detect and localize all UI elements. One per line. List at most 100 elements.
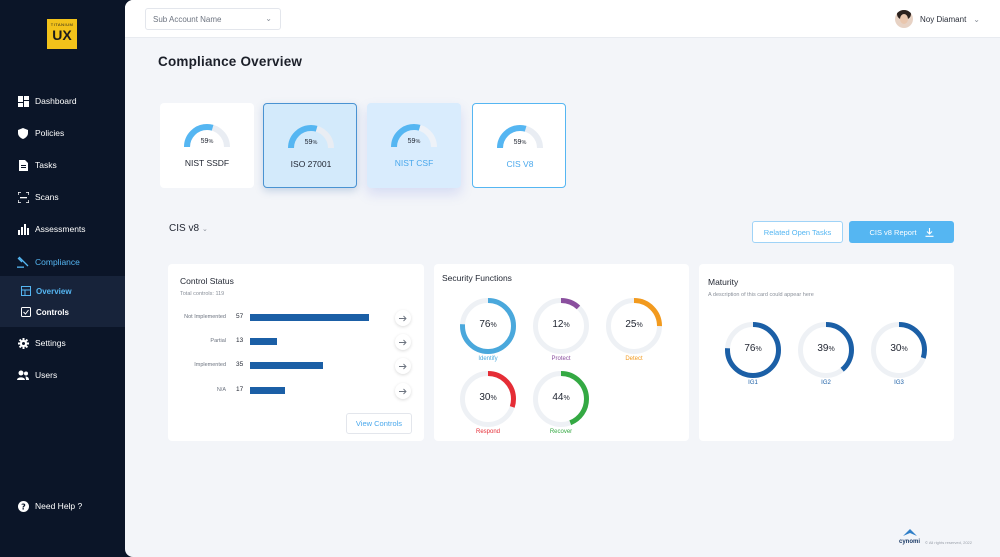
cynomi-logo-icon — [902, 529, 917, 536]
maturity-donut-ig3[interactable]: 30% IG3 — [871, 322, 927, 386]
sidebar-subitem-overview[interactable]: Overview — [0, 281, 125, 301]
sidebar-item-assessments[interactable]: Assessments — [0, 215, 125, 243]
sidebar-item-tasks[interactable]: Tasks — [0, 151, 125, 179]
maturity-card: Maturity A description of this card coul… — [699, 264, 954, 441]
card-subtitle: A description of this card could appear … — [708, 292, 814, 298]
row-count: 35 — [236, 361, 244, 368]
bar-chart-icon — [17, 223, 29, 235]
row-bar — [250, 338, 277, 345]
donut-label: Recover — [549, 429, 573, 435]
framework-score: 59% — [200, 138, 214, 145]
sidebar-item-policies[interactable]: Policies — [0, 119, 125, 147]
arrow-right-icon[interactable] — [395, 334, 411, 350]
compliance-subnav: Overview Controls — [0, 276, 125, 327]
need-help-label: Need Help ? — [35, 501, 83, 511]
framework-card-cis-v8[interactable]: 59% CIS V8 — [472, 103, 566, 188]
framework-score: 59% — [304, 139, 318, 146]
framework-name: CIS V8 — [506, 159, 534, 169]
security_functions-donut-identify[interactable]: 76% Identify — [460, 298, 516, 362]
donut-label: Identify — [478, 356, 498, 362]
donut-label: Detect — [625, 356, 643, 362]
user-name: Noy Diamant — [920, 14, 967, 24]
donut-value: 39% — [817, 343, 835, 354]
framework-card-nist-csf[interactable]: 59% NIST CSF — [367, 103, 461, 188]
sidebar-item-users[interactable]: Users — [0, 361, 125, 389]
sub-account-placeholder: Sub Account Name — [153, 14, 222, 24]
sidebar-item-label: Assessments — [35, 224, 86, 234]
logo-text: UX — [52, 27, 72, 43]
donut-label: Protect — [551, 356, 571, 362]
card-title: Control Status — [180, 276, 234, 286]
gauge-chart — [184, 124, 230, 148]
users-icon — [17, 369, 29, 381]
sidebar: TITANIUM UX Dashboard Policies Tasks Sca… — [0, 0, 125, 557]
help-icon: ? — [17, 500, 29, 512]
footer-brand: cynomi — [899, 529, 920, 545]
arrow-right-icon[interactable] — [395, 383, 411, 399]
card-title: Security Functions — [442, 273, 512, 283]
framework-name: NIST SSDF — [184, 158, 230, 168]
user-menu[interactable]: Noy Diamant ⌄ — [895, 8, 980, 30]
gauge-chart — [497, 125, 543, 149]
row-label: Implemented — [194, 362, 226, 368]
framework-dropdown[interactable]: CIS v8 ⌄ — [169, 223, 208, 234]
sidebar-item-label: Compliance — [35, 257, 80, 267]
need-help-link[interactable]: ? Need Help ? — [0, 492, 125, 520]
sidebar-item-label: Tasks — [35, 160, 57, 170]
sidebar-subitem-controls[interactable]: Controls — [0, 302, 125, 322]
avatar — [895, 10, 914, 28]
app-logo[interactable]: TITANIUM UX — [47, 19, 77, 49]
controls-icon — [20, 307, 31, 318]
top-bar: Sub Account Name ⌄ Noy Diamant ⌄ — [125, 0, 1000, 38]
row-count: 17 — [236, 386, 244, 393]
arrow-right-icon[interactable] — [395, 358, 411, 374]
donut-value: 12% — [552, 319, 570, 330]
maturity-donut-ig2[interactable]: 39% IG2 — [798, 322, 854, 386]
control-status-card: Control Status Total controls: 119 Not I… — [168, 264, 424, 441]
gavel-icon — [17, 256, 29, 268]
row-label: N/A — [216, 387, 226, 393]
row-bar — [250, 362, 323, 369]
control-status-row: Partial 13 — [168, 334, 424, 350]
report-button-label: CIS v8 Report — [869, 227, 917, 237]
sidebar-item-compliance[interactable]: Compliance — [0, 248, 125, 276]
security_functions-donut-recover[interactable]: 44% Recover — [533, 371, 589, 435]
card-title: Maturity — [708, 277, 739, 287]
report-download-button[interactable]: CIS v8 Report — [849, 221, 954, 243]
chevron-down-icon: ⌄ — [265, 14, 272, 23]
chevron-down-icon: ⌄ — [973, 14, 980, 24]
row-bar — [250, 314, 369, 321]
maturity-donut-ig1[interactable]: 76% IG1 — [725, 322, 781, 386]
card-subtitle: Total controls: 119 — [180, 291, 225, 297]
gauge-chart — [391, 124, 437, 148]
security_functions-donut-respond[interactable]: 30% Respond — [460, 371, 516, 435]
view-controls-button[interactable]: View Controls — [346, 413, 412, 434]
control-status-row: N/A 17 — [168, 383, 424, 399]
framework-score: 59% — [407, 138, 421, 145]
related-open-tasks-button[interactable]: Related Open Tasks — [752, 221, 843, 243]
sidebar-item-label: Policies — [35, 128, 65, 138]
arrow-right-icon[interactable] — [395, 310, 411, 326]
row-label: Partial — [210, 338, 226, 344]
framework-card-nist-ssdf[interactable]: 59% NIST SSDF — [160, 103, 254, 188]
sidebar-item-label: Settings — [35, 338, 66, 348]
framework-name: ISO 27001 — [290, 159, 332, 169]
row-bar — [250, 387, 285, 394]
sub-account-select[interactable]: Sub Account Name ⌄ — [145, 8, 281, 30]
sidebar-item-settings[interactable]: Settings — [0, 329, 125, 357]
donut-label: IG3 — [894, 380, 904, 386]
security_functions-donut-protect[interactable]: 12% Protect — [533, 298, 589, 362]
sidebar-item-scans[interactable]: Scans — [0, 183, 125, 211]
framework-card-iso-27001[interactable]: 59% ISO 27001 — [263, 103, 357, 188]
row-label: Not Implemented — [184, 314, 226, 320]
donut-value: 25% — [625, 319, 643, 330]
donut-value: 76% — [744, 343, 762, 354]
main-content: Sub Account Name ⌄ Noy Diamant ⌄ Complia… — [125, 0, 1000, 557]
sidebar-subitem-label: Overview — [36, 286, 72, 296]
shield-icon — [17, 127, 29, 139]
security_functions-donut-detect[interactable]: 25% Detect — [606, 298, 662, 362]
gear-icon — [17, 337, 29, 349]
overview-icon — [20, 286, 31, 297]
donut-value: 30% — [890, 343, 908, 354]
sidebar-item-dashboard[interactable]: Dashboard — [0, 87, 125, 115]
